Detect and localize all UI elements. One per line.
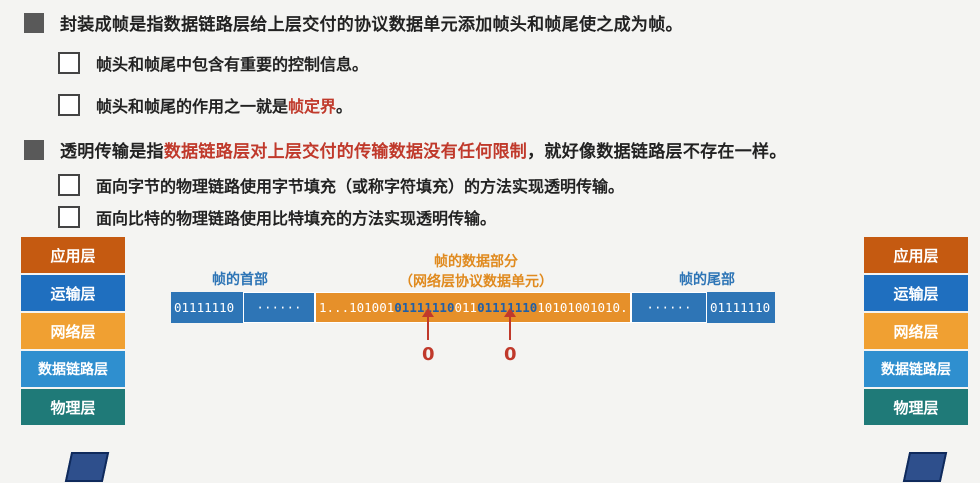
layer-network: 网络层 [864,313,968,349]
bullet-text: 封装成帧是指数据链路层给上层交付的协议数据单元添加帧头和帧尾使之成为帧。 [60,15,683,35]
layer-transport: 运输层 [21,275,125,311]
layer-transport: 运输层 [864,275,968,311]
bullet-square-icon [24,12,44,33]
layer-physical: 物理层 [864,389,968,425]
frame-header-label: 帧的首部 [212,272,268,288]
left-protocol-stack: 应用层 运输层 网络层 数据链路层 物理层 [21,237,125,427]
insert-zero-arrow-icon [504,308,516,340]
bullet-transparent-transmission: 透明传输是指数据链路层对上层交付的传输数据没有任何限制，就好像数据链路层不存在一… [24,137,787,162]
bullet-text: 透明传输是指数据链路层对上层交付的传输数据没有任何限制，就好像数据链路层不存在一… [60,142,787,162]
sub-bullet-byte-stuffing: 面向字节的物理链路使用字节填充（或称字符填充）的方法实现透明传输。 [58,173,624,197]
checkbox-icon [58,206,80,228]
laptop-icon [64,452,110,482]
laptop-icon [902,452,948,482]
frame-diagram: 01111110 ······ 1...10100101111110011011… [171,292,775,323]
checkbox-icon [58,94,80,116]
checkbox-icon [58,174,80,196]
frame-data-label: 帧的数据部分 [434,254,518,270]
highlight-text: 帧定界 [288,97,337,116]
right-protocol-stack: 应用层 运输层 网络层 数据链路层 物理层 [864,237,968,427]
highlight-text: 数据链路层对上层交付的传输数据没有任何限制 [163,142,528,162]
sub-bullet-bit-stuffing: 面向比特的物理链路使用比特填充的方法实现透明传输。 [58,205,496,229]
bullet-square-icon [24,139,44,160]
layer-datalink: 数据链路层 [21,351,125,387]
layer-application: 应用层 [864,237,968,273]
sub-bullet-text: 帧头和帧尾的作用之一就是帧定界。 [96,97,353,116]
layer-datalink: 数据链路层 [864,351,968,387]
inserted-zero-2: 0 [504,344,517,365]
inserted-zero-1: 0 [422,344,435,365]
sub-bullet-text: 面向比特的物理链路使用比特填充的方法实现透明传输。 [96,209,497,228]
frame-end-flag: 01111110 [707,292,775,323]
layer-network: 网络层 [21,313,125,349]
insert-zero-arrow-icon [422,308,434,340]
sub-bullet-frame-delimiting: 帧头和帧尾的作用之一就是帧定界。 [58,93,352,117]
sub-bullet-text: 帧头和帧尾中包含有重要的控制信息。 [96,55,369,74]
layer-physical: 物理层 [21,389,125,425]
frame-trailer-label: 帧的尾部 [679,272,735,288]
sub-bullet-text: 面向字节的物理链路使用字节填充（或称字符填充）的方法实现透明传输。 [96,177,625,196]
frame-header-ellipsis: ······ [243,292,315,323]
checkbox-icon [58,52,80,74]
frame-trailer-ellipsis: ······ [631,292,707,323]
layer-application: 应用层 [21,237,125,273]
bullet-encapsulation: 封装成帧是指数据链路层给上层交付的协议数据单元添加帧头和帧尾使之成为帧。 [24,10,683,35]
frame-data-segment: 1...101001011111100110111111010101001010… [315,292,650,323]
frame-start-flag: 01111110 [171,292,243,323]
frame-data-sublabel: （网络层协议数据单元） [399,274,553,290]
sub-bullet-control-info: 帧头和帧尾中包含有重要的控制信息。 [58,51,368,75]
